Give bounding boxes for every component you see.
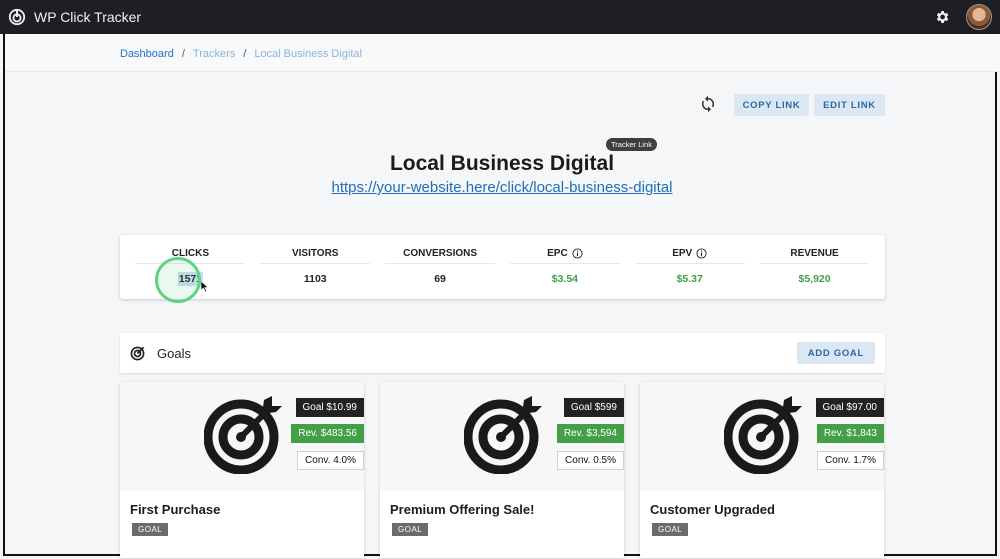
- power-logo-icon[interactable]: [8, 8, 26, 26]
- edit-link-button[interactable]: EDIT LINK: [814, 94, 885, 116]
- gear-icon[interactable]: [934, 9, 950, 25]
- goal-conversion-tag: Conv. 4.0%: [297, 451, 364, 470]
- tracker-link-badge: Tracker Link: [606, 138, 657, 151]
- goal-revenue-tag: Rev. $483.56: [291, 424, 364, 443]
- breadcrumb-separator: /: [243, 48, 247, 60]
- goal-card-image: Goal $10.99 Rev. $483.56 Conv. 4.0%: [120, 382, 364, 491]
- stat-header-epv: EPV: [634, 246, 745, 264]
- refresh-icon[interactable]: [699, 95, 717, 113]
- goal-card-image: Goal $97.00 Rev. $1,843 Conv. 1.7%: [640, 382, 884, 491]
- goal-type-badge: GOAL: [392, 523, 429, 536]
- stat-value-epc: $3.54: [551, 273, 579, 285]
- stat-value-revenue: $5,920: [798, 273, 831, 285]
- main-content: Dashboard / Trackers / Local Business Di…: [3, 34, 999, 558]
- goal-card-image: Goal $599 Rev. $3,594 Conv. 0.5%: [380, 382, 624, 491]
- stat-header-revenue: REVENUE: [759, 246, 870, 264]
- goal-type-badge: GOAL: [132, 523, 169, 536]
- breadcrumb-dashboard[interactable]: Dashboard: [120, 48, 174, 60]
- stat-label: EPV: [672, 248, 693, 259]
- copy-link-button[interactable]: COPY LINK: [734, 94, 809, 116]
- info-icon[interactable]: [696, 248, 707, 259]
- goal-name[interactable]: Premium Offering Sale!: [390, 502, 534, 517]
- breadcrumb-current: Local Business Digital: [254, 48, 362, 60]
- avatar[interactable]: [966, 4, 992, 30]
- stat-value-epv: $5.37: [676, 273, 703, 285]
- goal-revenue-tag: Rev. $3,594: [556, 424, 624, 443]
- target-arrow-icon: [204, 396, 282, 474]
- stat-value-conversions: 69: [434, 273, 446, 285]
- target-arrow-icon: [724, 396, 802, 474]
- stat-label: EPC: [547, 248, 568, 259]
- goal-amount-tag: Goal $97.00: [815, 398, 884, 417]
- click-highlight-ring: [155, 257, 201, 303]
- goals-title: Goals: [157, 345, 191, 361]
- goal-revenue-tag: Rev. $1,843: [816, 424, 884, 443]
- stat-visitors: VISITORS 1103: [253, 235, 378, 299]
- target-arrow-icon: [464, 396, 542, 474]
- info-icon[interactable]: [572, 248, 583, 259]
- stat-epc: EPC $3.54: [502, 235, 627, 299]
- stat-label: REVENUE: [790, 248, 839, 259]
- goal-type-badge: GOAL: [652, 523, 689, 536]
- add-goal-button[interactable]: ADD GOAL: [796, 342, 875, 364]
- target-icon: [130, 346, 145, 360]
- tracker-url-link[interactable]: https://your-website.here/click/local-bu…: [5, 179, 999, 196]
- breadcrumb-bar: Dashboard / Trackers / Local Business Di…: [5, 34, 999, 72]
- stat-header-epc: EPC: [509, 246, 620, 264]
- breadcrumb-separator: /: [181, 48, 185, 60]
- goal-card[interactable]: Goal $97.00 Rev. $1,843 Conv. 1.7% Custo…: [640, 382, 884, 558]
- stat-label: CONVERSIONS: [403, 248, 478, 259]
- goal-amount-tag: Goal $599: [563, 398, 624, 417]
- stat-label: VISITORS: [291, 248, 339, 259]
- stat-revenue: REVENUE $5,920: [752, 235, 877, 299]
- page-title: Local Business Digital: [389, 152, 615, 175]
- goal-conversion-tag: Conv. 1.7%: [817, 451, 884, 470]
- mouse-cursor-icon: [201, 281, 209, 292]
- goal-conversion-tag: Conv. 0.5%: [557, 451, 624, 470]
- goal-name[interactable]: First Purchase: [130, 502, 220, 517]
- stat-header-conversions: CONVERSIONS: [385, 246, 495, 264]
- goal-card[interactable]: Goal $10.99 Rev. $483.56 Conv. 4.0% Firs…: [120, 382, 364, 558]
- stat-header-visitors: VISITORS: [260, 246, 371, 264]
- stats-card: CLICKS 1571 VISITORS 1103 CONVERSIONS 69…: [120, 235, 885, 303]
- breadcrumb-trackers[interactable]: Trackers: [193, 48, 235, 60]
- goal-card[interactable]: Goal $599 Rev. $3,594 Conv. 0.5% Premium…: [380, 382, 624, 558]
- goal-name[interactable]: Customer Upgraded: [650, 502, 775, 517]
- stat-conversions: CONVERSIONS 69: [378, 235, 503, 299]
- breadcrumb: Dashboard / Trackers / Local Business Di…: [120, 48, 362, 60]
- goal-amount-tag: Goal $10.99: [295, 398, 364, 417]
- app-title: WP Click Tracker: [34, 9, 142, 25]
- stat-epv: EPV $5.37: [627, 235, 752, 299]
- goals-header: Goals ADD GOAL: [120, 333, 885, 373]
- stat-value-visitors: 1103: [303, 273, 327, 285]
- app-header: WP Click Tracker: [0, 0, 1000, 34]
